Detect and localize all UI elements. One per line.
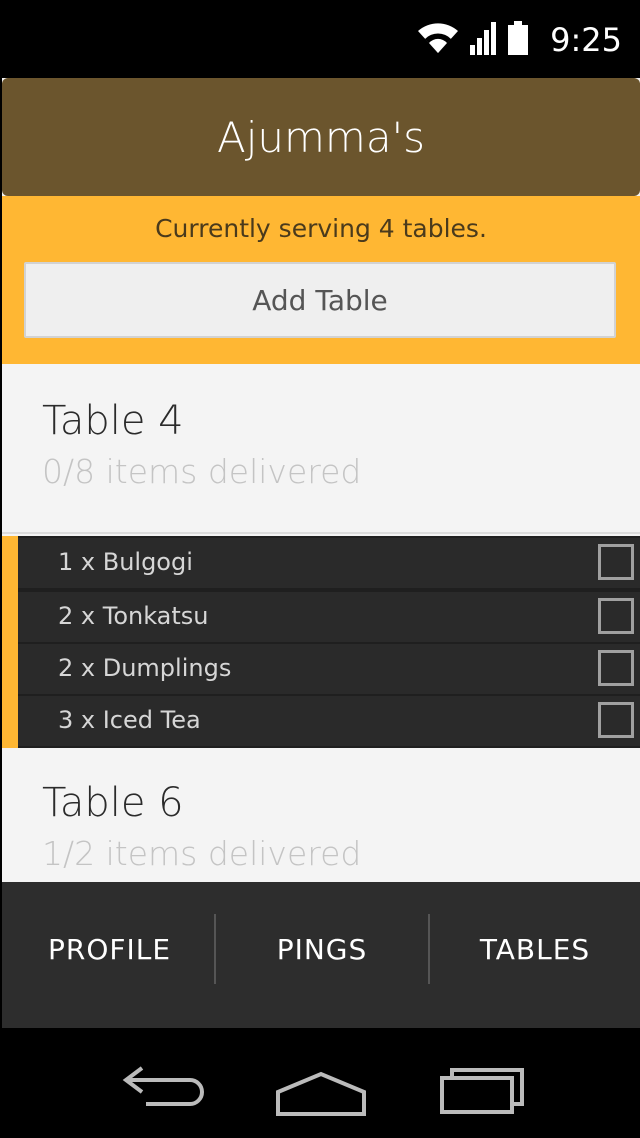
- list-item: 2 x Tonkatsu: [18, 592, 640, 642]
- table-name: Table 4: [42, 398, 184, 444]
- table-delivery-status: 1/2 items delivered: [42, 834, 362, 873]
- signal-icon: [470, 21, 498, 59]
- serving-count-text: Currently serving 4 tables.: [155, 214, 487, 243]
- system-nav-bar: [0, 1028, 640, 1138]
- items-panel: 1 x Bulgogi 2 x Tonkatsu 2 x Dumplings 3…: [18, 536, 640, 748]
- table-name: Table 6: [42, 780, 184, 826]
- status-bar: 9:25: [0, 0, 640, 78]
- tab-pings[interactable]: PINGS: [216, 914, 428, 984]
- home-icon[interactable]: [266, 1048, 376, 1118]
- status-time: 9:25: [550, 21, 622, 59]
- app-bar: Ajumma's: [2, 78, 640, 196]
- item-label: 2 x Dumplings: [58, 654, 232, 682]
- battery-icon: [508, 21, 529, 59]
- recents-icon[interactable]: [430, 1048, 540, 1118]
- status-icons: 9:25: [416, 18, 622, 62]
- bottom-nav: PROFILE PINGS TABLES: [2, 882, 640, 1028]
- list-item: 3 x Iced Tea: [18, 696, 640, 746]
- table-delivery-status: 0/8 items delivered: [42, 452, 362, 491]
- table-card-4[interactable]: Table 4 0/8 items delivered: [2, 364, 640, 534]
- delivered-checkbox[interactable]: [598, 702, 634, 738]
- serving-panel: Currently serving 4 tables. Add Table: [2, 196, 640, 364]
- table-items-list: 1 x Bulgogi 2 x Tonkatsu 2 x Dumplings 3…: [2, 536, 640, 748]
- delivered-checkbox[interactable]: [598, 598, 634, 634]
- tab-profile[interactable]: PROFILE: [2, 914, 214, 984]
- back-icon[interactable]: [112, 1048, 222, 1118]
- table-card-6[interactable]: Table 6 1/2 items delivered: [2, 748, 640, 898]
- app-screen: Ajumma's Currently serving 4 tables. Add…: [2, 78, 640, 1028]
- tab-tables[interactable]: TABLES: [430, 914, 640, 984]
- item-label: 1 x Bulgogi: [58, 548, 193, 576]
- delivered-checkbox[interactable]: [598, 544, 634, 580]
- list-item: 1 x Bulgogi: [18, 538, 640, 588]
- add-table-button[interactable]: Add Table: [24, 262, 616, 338]
- item-label: 2 x Tonkatsu: [58, 602, 209, 630]
- delivered-checkbox[interactable]: [598, 650, 634, 686]
- list-item: 2 x Dumplings: [18, 644, 640, 694]
- app-title: Ajumma's: [216, 112, 425, 162]
- wifi-icon: [416, 21, 460, 59]
- item-label: 3 x Iced Tea: [58, 706, 201, 734]
